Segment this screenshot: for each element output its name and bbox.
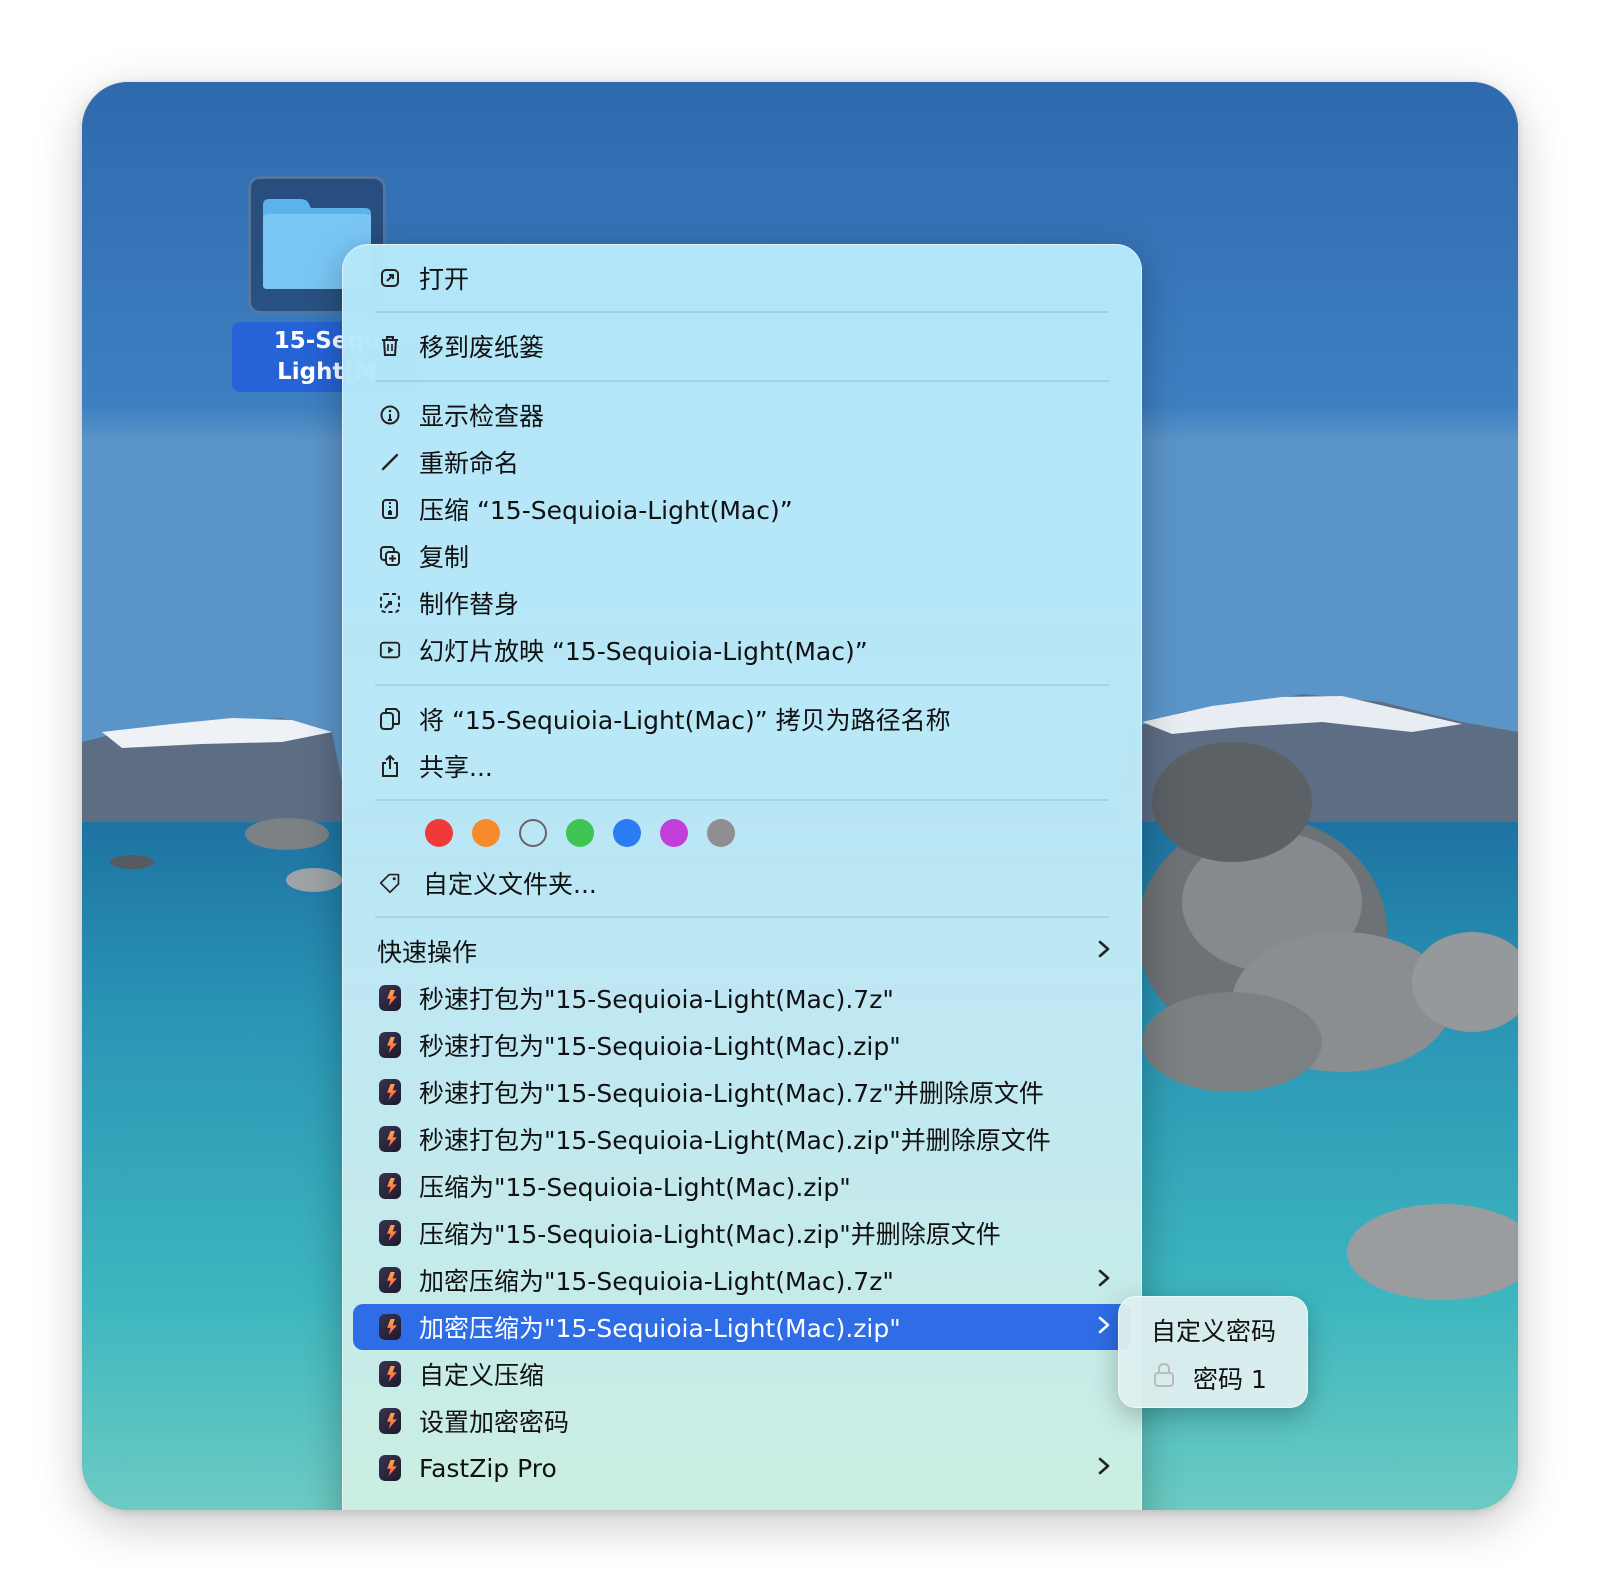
lock-icon xyxy=(1153,1362,1175,1394)
password-submenu: 自定义密码 密码 1 xyxy=(1118,1296,1308,1408)
menu-item-encrypt-7z[interactable]: 加密压缩为"15-Sequioia-Light(Mac).7z" xyxy=(343,1257,1141,1303)
submenu-item-password-1[interactable]: 密码 1 xyxy=(1119,1351,1307,1397)
menu-item-share[interactable]: 共享... xyxy=(343,743,1141,789)
fastzip-app-icon xyxy=(379,1314,401,1340)
share-icon xyxy=(379,754,401,777)
menu-item-compress-zip[interactable]: 压缩为"15-Sequioia-Light(Mac).zip" xyxy=(343,1163,1141,1209)
menu-item-inspector[interactable]: 显示检查器 xyxy=(343,392,1141,438)
alias-icon xyxy=(379,592,401,614)
desktop-window: 15-Sequ Light(M 打开 移到废纸篓 显示检查器 重新命名 压缩 “… xyxy=(82,82,1518,1510)
tag-color-row xyxy=(425,819,735,847)
menu-item-fastzip-pro[interactable]: FastZip Pro xyxy=(343,1445,1141,1491)
copy-path-icon xyxy=(379,708,401,730)
fastzip-app-icon xyxy=(379,1267,401,1293)
pencil-icon xyxy=(379,451,401,473)
menu-item-fastzip-7z-delete[interactable]: 秒速打包为"15-Sequioia-Light(Mac).7z"并删除原文件 xyxy=(343,1069,1141,1115)
tag-green-dot[interactable] xyxy=(566,819,594,847)
fastzip-app-icon xyxy=(379,1032,401,1058)
open-arrow-icon xyxy=(379,267,401,289)
menu-item-alias[interactable]: 制作替身 xyxy=(343,580,1141,626)
chevron-right-icon xyxy=(1097,1313,1111,1341)
menu-item-compress[interactable]: 压缩 “15-Sequioia-Light(Mac)” xyxy=(343,486,1141,532)
info-icon xyxy=(379,404,401,426)
tag-purple-dot[interactable] xyxy=(660,819,688,847)
menu-separator xyxy=(375,311,1109,313)
menu-item-trash[interactable]: 移到废纸篓 xyxy=(343,323,1141,369)
chevron-right-icon xyxy=(1097,1454,1111,1482)
menu-item-open[interactable]: 打开 xyxy=(343,255,1141,301)
chevron-right-icon xyxy=(1097,1266,1111,1294)
menu-item-set-password[interactable]: 设置加密密码 xyxy=(343,1398,1141,1444)
menu-item-compress-zip-delete[interactable]: 压缩为"15-Sequioia-Light(Mac).zip"并删除原文件 xyxy=(343,1210,1141,1256)
menu-item-custom-compress[interactable]: 自定义压缩 xyxy=(343,1351,1141,1397)
menu-item-customize-folder[interactable]: 自定义文件夹... xyxy=(343,860,1141,906)
tag-blue-dot[interactable] xyxy=(613,819,641,847)
archive-icon xyxy=(379,498,401,520)
menu-item-duplicate[interactable]: 复制 xyxy=(343,533,1141,579)
menu-item-encrypt-zip[interactable]: 加密压缩为"15-Sequioia-Light(Mac).zip" xyxy=(353,1304,1131,1350)
fastzip-app-icon xyxy=(379,1079,401,1105)
play-slideshow-icon xyxy=(379,639,401,661)
chevron-right-icon xyxy=(1097,937,1111,965)
menu-item-slideshow[interactable]: 幻灯片放映 “15-Sequioia-Light(Mac)” xyxy=(343,627,1141,673)
tag-red-dot[interactable] xyxy=(425,819,453,847)
menu-separator xyxy=(375,380,1109,382)
menu-separator xyxy=(375,799,1109,801)
tag-none-dot[interactable] xyxy=(519,819,547,847)
menu-item-fastzip-zip-delete[interactable]: 秒速打包为"15-Sequioia-Light(Mac).zip"并删除原文件 xyxy=(343,1116,1141,1162)
fastzip-app-icon xyxy=(379,1173,401,1199)
tag-gray-dot[interactable] xyxy=(707,819,735,847)
fastzip-app-icon xyxy=(379,1361,401,1387)
tag-icon xyxy=(379,872,401,894)
fastzip-app-icon xyxy=(379,985,401,1011)
fastzip-app-icon xyxy=(379,1220,401,1246)
duplicate-icon xyxy=(379,545,401,567)
menu-item-fastzip-zip[interactable]: 秒速打包为"15-Sequioia-Light(Mac).zip" xyxy=(343,1022,1141,1068)
fastzip-app-icon xyxy=(379,1126,401,1152)
context-menu: 打开 移到废纸篓 显示检查器 重新命名 压缩 “15-Sequioia-Ligh… xyxy=(342,244,1142,1510)
tag-orange-dot[interactable] xyxy=(472,819,500,847)
menu-item-copy-path[interactable]: 将 “15-Sequioia-Light(Mac)” 拷贝为路径名称 xyxy=(343,696,1141,742)
submenu-item-custom-password[interactable]: 自定义密码 xyxy=(1119,1303,1307,1349)
fastzip-app-icon xyxy=(379,1408,401,1434)
menu-separator xyxy=(375,684,1109,686)
menu-separator xyxy=(375,916,1109,918)
menu-item-rename[interactable]: 重新命名 xyxy=(343,439,1141,485)
trash-icon xyxy=(379,335,401,357)
menu-item-fastzip-7z[interactable]: 秒速打包为"15-Sequioia-Light(Mac).7z" xyxy=(343,975,1141,1021)
menu-item-quick-actions[interactable]: 快速操作 xyxy=(343,928,1141,974)
fastzip-app-icon xyxy=(379,1455,401,1481)
